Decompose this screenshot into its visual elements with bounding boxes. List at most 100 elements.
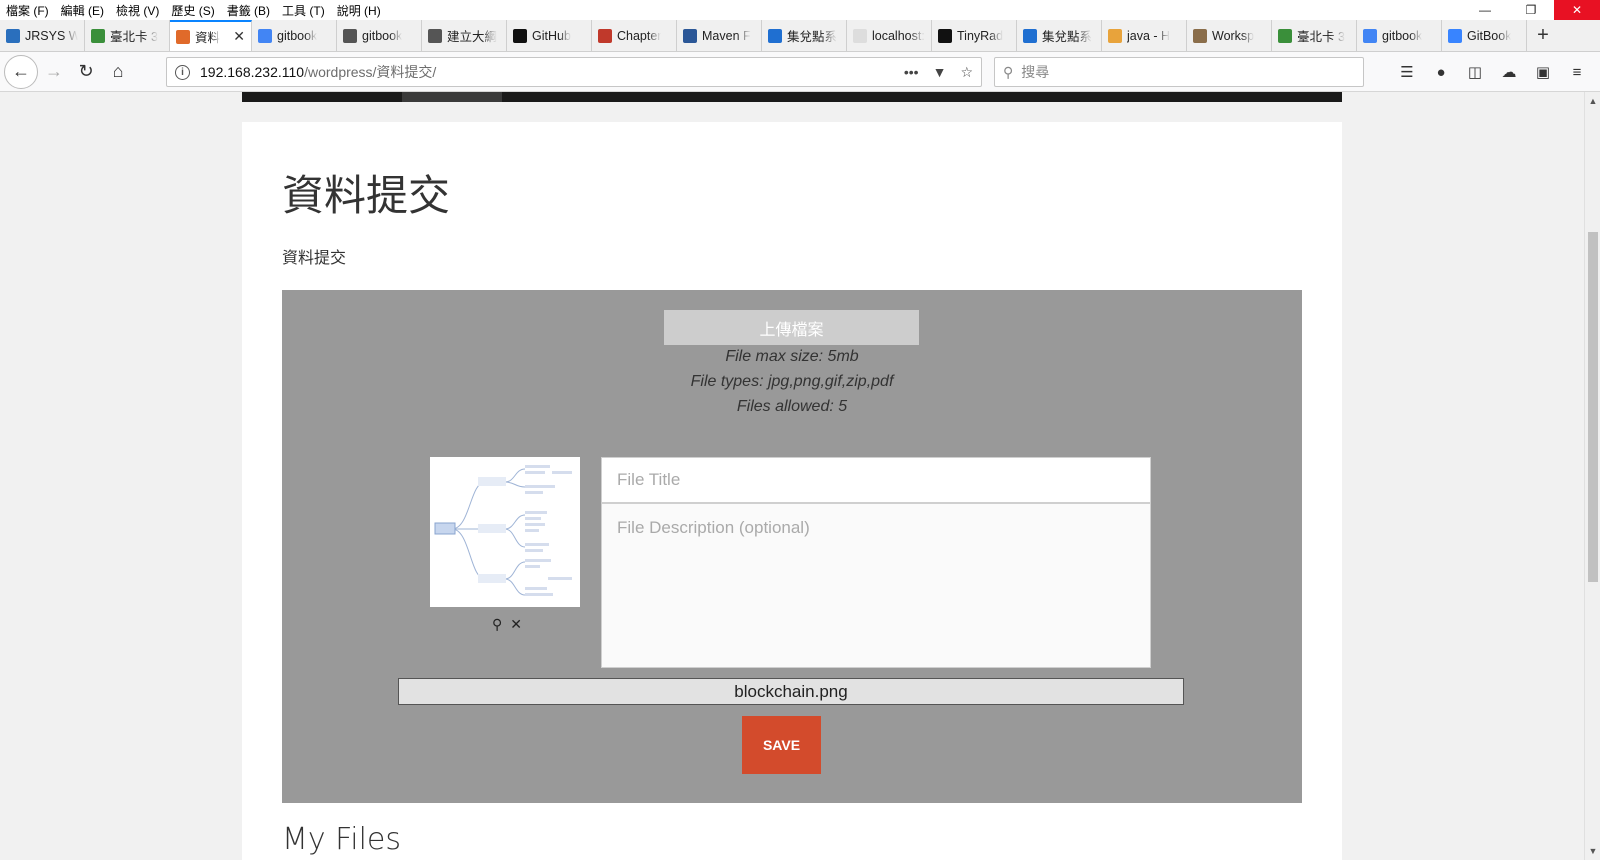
tab-favicon-icon xyxy=(91,28,105,43)
menu-bookmarks[interactable]: 書籤 (B) xyxy=(221,2,276,19)
zoom-preview-icon[interactable]: ⚲ xyxy=(492,616,502,633)
toolbar-right: ☰ ● ◫ ☁ ▣ ≡ xyxy=(1392,56,1592,88)
tab-label: Chapter xyxy=(617,28,662,43)
save-button[interactable]: SAVE xyxy=(742,716,821,774)
hamburger-menu-icon[interactable]: ≡ xyxy=(1562,56,1592,88)
page-title: 資料提交 xyxy=(282,171,451,220)
my-files-heading: My Files xyxy=(282,822,402,857)
reload-icon[interactable]: ↻ xyxy=(70,56,102,88)
file-description-textarea[interactable] xyxy=(601,503,1151,668)
tab-favicon-icon xyxy=(598,28,612,43)
tab-2[interactable]: 資料 ✕ xyxy=(170,20,252,51)
minimize-icon[interactable]: — xyxy=(1462,0,1508,20)
tab-favicon-icon xyxy=(6,28,20,43)
tab-favicon-icon xyxy=(428,28,442,43)
menu-view[interactable]: 檢視 (V) xyxy=(110,2,165,19)
tab-close-icon[interactable]: ✕ xyxy=(233,28,245,45)
file-title-input[interactable] xyxy=(601,457,1151,503)
search-icon: ⚲ xyxy=(1003,63,1014,80)
menu-help[interactable]: 說明 (H) xyxy=(331,2,387,19)
tab-label: 集兌點系 xyxy=(787,30,838,44)
url-path: /wordpress/資料提交/ xyxy=(304,64,437,80)
tab-favicon-icon xyxy=(853,28,867,43)
tab-label: 資料 xyxy=(195,31,221,45)
tab-13[interactable]: java - H xyxy=(1102,20,1187,51)
site-info-icon[interactable]: i xyxy=(175,64,190,80)
tab-10[interactable]: localhost:80 xyxy=(847,20,932,51)
tab-7[interactable]: Chapter xyxy=(592,20,677,51)
tab-4[interactable]: gitbook xyxy=(337,20,422,51)
tab-favicon-icon xyxy=(1363,28,1377,43)
tab-15[interactable]: 臺北卡 3 xyxy=(1272,20,1357,51)
tab-label: 集兌點系 xyxy=(1042,30,1093,44)
mindmap-thumbnail-image xyxy=(430,457,580,607)
home-icon[interactable]: ⌂ xyxy=(102,56,134,88)
library-icon[interactable]: ☰ xyxy=(1392,56,1422,88)
sync-icon[interactable]: ☁ xyxy=(1494,56,1524,88)
restore-icon[interactable]: ❐ xyxy=(1508,0,1554,20)
tab-12[interactable]: 集兌點系 xyxy=(1017,20,1102,51)
bookmark-star-icon[interactable]: ☆ xyxy=(960,64,973,81)
tab-favicon-icon xyxy=(1023,28,1037,43)
tab-favicon-icon xyxy=(1108,28,1122,43)
selenium-icon[interactable]: ▣ xyxy=(1528,56,1558,88)
scroll-down-icon[interactable]: ▼ xyxy=(1585,844,1600,858)
tab-favicon-icon xyxy=(258,28,272,43)
menu-history[interactable]: 歷史 (S) xyxy=(165,2,220,19)
upload-file-button[interactable]: 上傳檔案 xyxy=(664,310,919,345)
tab-5[interactable]: 建立大綱 xyxy=(422,20,507,51)
tab-favicon-icon xyxy=(768,28,782,43)
menu-bar: 檔案 (F) 編輯 (E) 檢視 (V) 歷史 (S) 書籤 (B) 工具 (T… xyxy=(0,0,1600,20)
tab-favicon-icon xyxy=(683,28,697,43)
tab-favicon-icon xyxy=(938,28,952,43)
tab-17[interactable]: GitBook xyxy=(1442,20,1527,51)
extension-icon[interactable]: ● xyxy=(1426,56,1456,88)
tab-16[interactable]: gitbook xyxy=(1357,20,1442,51)
tab-favicon-icon xyxy=(1193,28,1207,43)
tab-6[interactable]: GitHub xyxy=(507,20,592,51)
thumbnail-actions: ⚲ ✕ xyxy=(492,616,522,633)
remove-file-icon[interactable]: ✕ xyxy=(510,616,522,633)
tab-3[interactable]: gitbook xyxy=(252,20,337,51)
menu-file[interactable]: 檔案 (F) xyxy=(0,2,55,19)
menu-edit[interactable]: 編輯 (E) xyxy=(55,2,110,19)
new-tab-icon[interactable]: + xyxy=(1527,20,1559,51)
tab-9[interactable]: 集兌點系 xyxy=(762,20,847,51)
tab-label: localhost:80 xyxy=(872,28,925,43)
tab-favicon-icon xyxy=(1278,28,1292,43)
window-controls: — ❐ ✕ xyxy=(1462,0,1600,20)
scrollbar-thumb[interactable] xyxy=(1588,232,1598,582)
file-types-text: File types: jpg,png,gif,zip,pdf xyxy=(690,373,894,390)
forward-arrow-icon[interactable]: → xyxy=(38,56,70,88)
tab-label: Worksp xyxy=(1212,28,1255,43)
url-bar[interactable]: i 192.168.232.110/wordpress/資料提交/ ••• ▼ … xyxy=(166,57,982,87)
tab-label: TinyRad xyxy=(957,28,1004,43)
tab-0[interactable]: JRSYS W xyxy=(0,20,85,51)
page-scrollbar[interactable]: ▲ ▼ xyxy=(1584,92,1600,860)
tab-label: GitHub xyxy=(532,28,571,43)
close-window-icon[interactable]: ✕ xyxy=(1554,0,1600,20)
tab-label: GitBook xyxy=(1467,28,1512,43)
tab-8[interactable]: Maven F xyxy=(677,20,762,51)
pocket-icon[interactable]: ▼ xyxy=(933,64,947,80)
menu-tools[interactable]: 工具 (T) xyxy=(276,2,331,19)
page-intro-text: 資料提交 xyxy=(282,250,347,267)
back-arrow-icon[interactable]: ← xyxy=(4,54,38,89)
site-header-strip xyxy=(242,92,1342,102)
tab-label: gitbook xyxy=(1382,28,1423,43)
files-allowed-text: Files allowed: 5 xyxy=(736,398,848,415)
tab-11[interactable]: TinyRad xyxy=(932,20,1017,51)
tab-label: gitbook xyxy=(362,28,403,43)
tab-1[interactable]: 臺北卡 3 xyxy=(85,20,170,51)
upload-panel: 上傳檔案 File max size: 5mb File types: jpg,… xyxy=(282,290,1302,803)
tab-label: 臺北卡 3 xyxy=(1297,30,1345,44)
tab-label: java - H xyxy=(1127,28,1171,43)
file-max-size-text: File max size: 5mb xyxy=(725,348,859,365)
page-actions-icon[interactable]: ••• xyxy=(904,64,919,80)
tab-favicon-icon xyxy=(1448,28,1462,43)
search-bar[interactable]: ⚲ 搜尋 xyxy=(994,57,1364,87)
search-placeholder: 搜尋 xyxy=(1021,64,1050,80)
sidebar-icon[interactable]: ◫ xyxy=(1460,56,1490,88)
tab-14[interactable]: Worksp xyxy=(1187,20,1272,51)
scroll-up-icon[interactable]: ▲ xyxy=(1585,94,1600,108)
